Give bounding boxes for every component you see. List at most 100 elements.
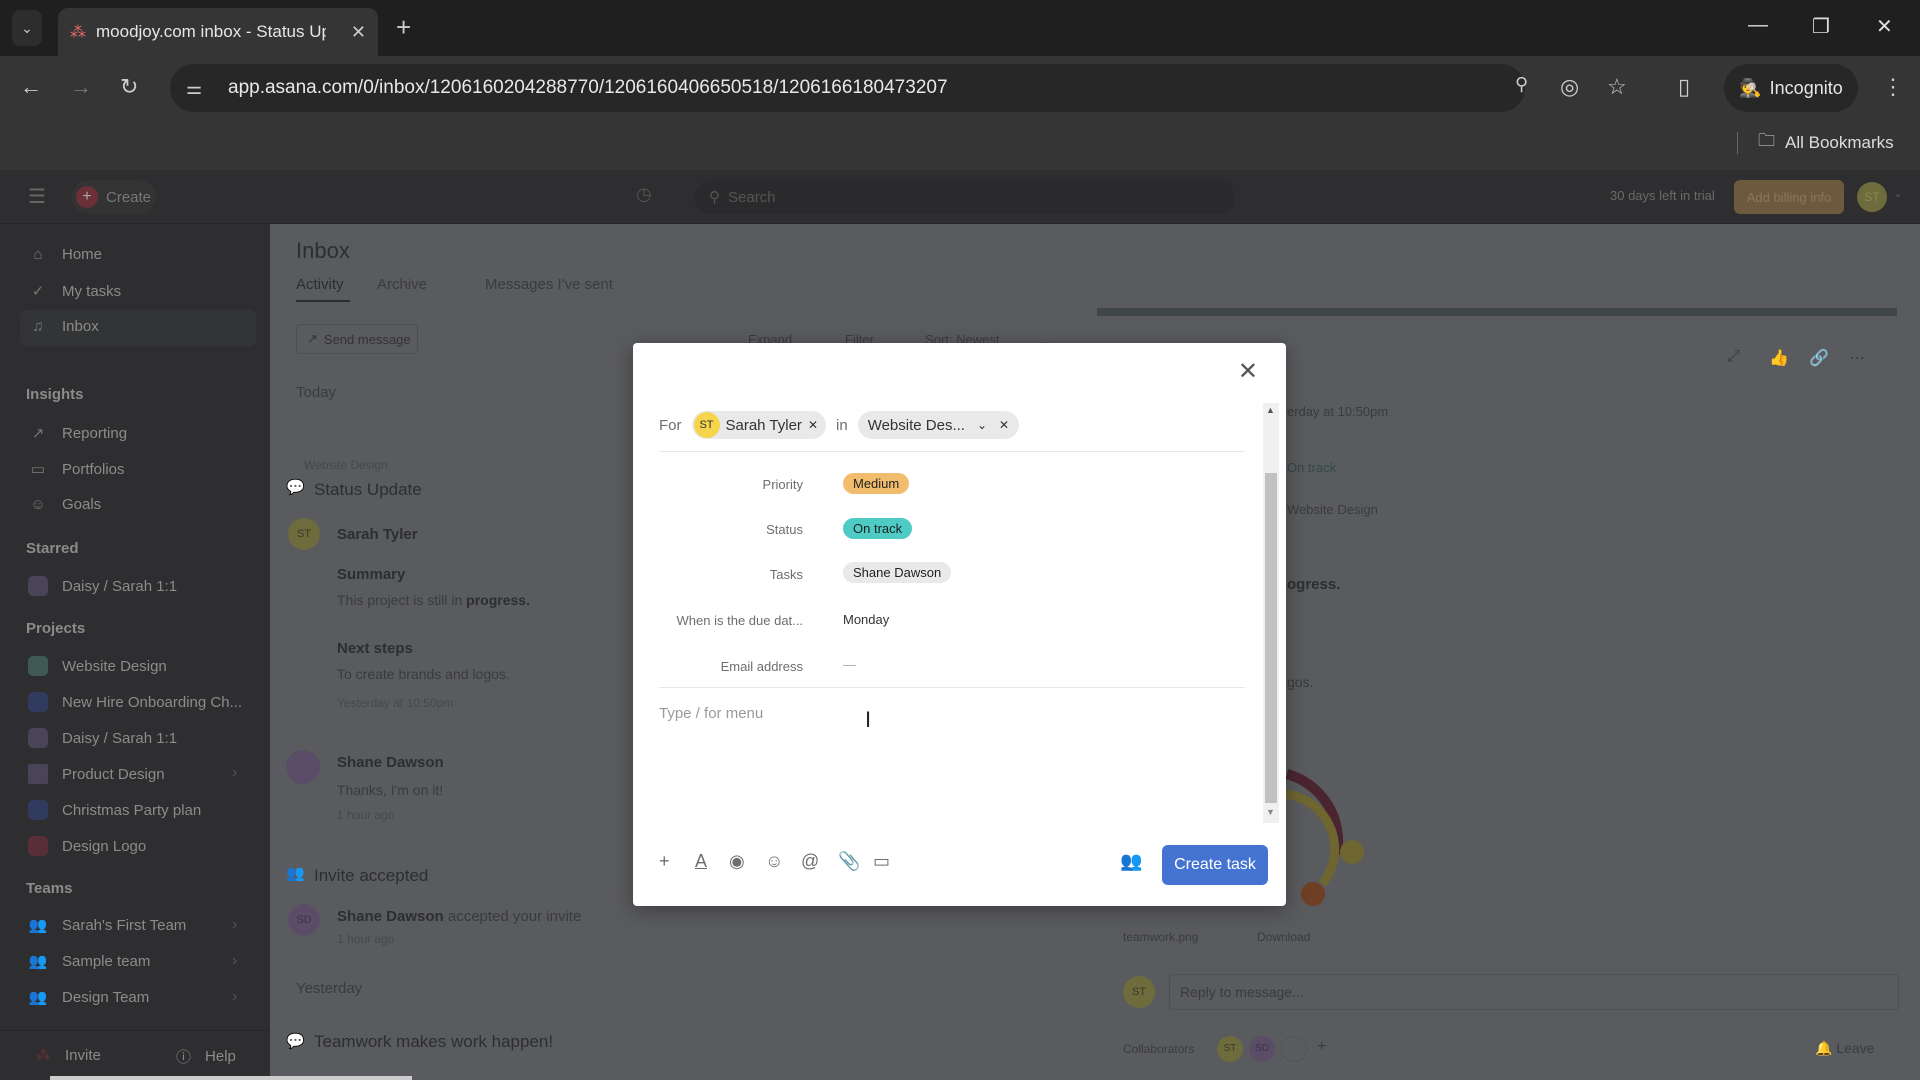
- reply-input[interactable]: Reply to message...: [1169, 974, 1899, 1010]
- link-icon[interactable]: 🔗: [1809, 348, 1829, 368]
- item-title[interactable]: Teamwork makes work happen!: [314, 1032, 553, 1052]
- eye-off-icon[interactable]: ◎: [1560, 74, 1579, 100]
- modal-scrollbar[interactable]: ▲ ▼: [1263, 403, 1279, 823]
- close-window-button[interactable]: ✕: [1876, 14, 1893, 39]
- leave-button[interactable]: 🔔 Leave: [1815, 1040, 1874, 1057]
- new-tab-button[interactable]: +: [396, 12, 411, 43]
- hamburger-icon[interactable]: ☰: [28, 184, 46, 209]
- chevron-right-icon[interactable]: ›: [232, 764, 237, 782]
- close-icon[interactable]: ✕: [1238, 357, 1258, 386]
- plus-icon[interactable]: +: [1317, 1038, 1326, 1056]
- horizontal-scrollbar[interactable]: [50, 1076, 412, 1080]
- chevron-down-icon[interactable]: ⌄: [977, 418, 987, 432]
- bell-icon: ♫: [32, 318, 44, 335]
- site-settings-icon[interactable]: ⚌: [186, 78, 216, 99]
- status-field[interactable]: On track: [843, 518, 913, 539]
- project-item[interactable]: Design Logo: [28, 836, 146, 856]
- expand-icon[interactable]: ⤢: [1727, 348, 1740, 366]
- calendar-icon[interactable]: ▭: [873, 851, 890, 872]
- project-item[interactable]: Daisy / Sarah 1:1: [28, 728, 177, 748]
- search-input[interactable]: ⚲ Search: [695, 180, 1235, 214]
- close-tab-icon[interactable]: ✕: [351, 22, 366, 43]
- tab-activity[interactable]: Activity: [296, 276, 344, 293]
- collaborator-avatar[interactable]: SD: [1249, 1036, 1275, 1062]
- sidebar-item-portfolios[interactable]: ▭ Portfolios: [28, 460, 125, 479]
- text-format-icon[interactable]: A: [695, 851, 707, 872]
- project-color-icon: [28, 728, 48, 748]
- add-icon[interactable]: +: [659, 851, 670, 872]
- item-title[interactable]: Status Update: [314, 480, 422, 500]
- browser-tab[interactable]: ⁂ moodjoy.com inbox - Status Up ✕: [58, 8, 378, 56]
- chevron-right-icon[interactable]: ›: [232, 916, 237, 934]
- like-icon[interactable]: 👍: [1769, 348, 1789, 368]
- side-panel-icon[interactable]: ▯: [1678, 74, 1690, 100]
- starred-item[interactable]: Daisy / Sarah 1:1: [28, 576, 177, 596]
- due-date-field[interactable]: Monday: [843, 612, 889, 627]
- create-button[interactable]: + Create: [72, 180, 156, 214]
- browser-menu-icon[interactable]: ⋮: [1882, 74, 1904, 100]
- all-bookmarks-button[interactable]: 🗀 All Bookmarks: [1758, 128, 1894, 157]
- history-icon[interactable]: ◷: [636, 184, 652, 205]
- sidebar-item-reporting[interactable]: ↗ Reporting: [28, 424, 127, 443]
- sidebar-item-goals[interactable]: ☺ Goals: [28, 496, 101, 513]
- forward-button[interactable]: →: [70, 74, 92, 100]
- project-item[interactable]: New Hire Onboarding Ch...: [28, 692, 242, 712]
- chevron-right-icon[interactable]: ›: [232, 952, 237, 970]
- invite-button[interactable]: ⁂ Invite: [36, 1046, 101, 1065]
- tab-archive[interactable]: Archive: [377, 276, 427, 293]
- project-label: Website Design: [1287, 502, 1378, 517]
- project-item[interactable]: Product Design: [28, 764, 165, 784]
- zoom-icon[interactable]: ⚲: [1515, 74, 1528, 95]
- team-item[interactable]: 👥 Design Team: [28, 988, 150, 1007]
- attachment-name[interactable]: teamwork.png: [1123, 930, 1198, 944]
- project-item[interactable]: Christmas Party plan: [28, 800, 201, 820]
- help-button[interactable]: ⓘ Help: [176, 1046, 236, 1067]
- remove-assignee-icon[interactable]: ✕: [808, 418, 818, 432]
- star-icon[interactable]: ☆: [1607, 74, 1627, 100]
- description-input[interactable]: Type / for menu: [659, 705, 1245, 815]
- chevron-right-icon[interactable]: ›: [232, 988, 237, 1006]
- reload-button[interactable]: ↻: [120, 74, 138, 100]
- url-text[interactable]: app.asana.com/0/inbox/1206160204288770/1…: [228, 77, 948, 99]
- download-link[interactable]: Download: [1257, 930, 1310, 944]
- team-item[interactable]: 👥 Sample team: [28, 952, 151, 971]
- tasks-field[interactable]: Shane Dawson: [843, 562, 952, 583]
- assignee-chip[interactable]: ST Sarah Tyler ✕: [691, 411, 826, 439]
- restore-button[interactable]: ❐: [1812, 14, 1830, 39]
- chevron-down-icon[interactable]: ⌄: [1893, 186, 1903, 200]
- team-item[interactable]: 👥 Sarah's First Team: [28, 916, 187, 935]
- scrollbar-thumb[interactable]: [1265, 473, 1277, 803]
- attachment-icon[interactable]: 📎: [838, 851, 860, 872]
- item-title[interactable]: Invite accepted: [314, 866, 428, 886]
- minimize-button[interactable]: —: [1748, 14, 1768, 37]
- project-chip[interactable]: Website Des... ⌄ ✕: [857, 411, 1020, 439]
- record-icon[interactable]: ◉: [729, 851, 745, 872]
- mention-icon[interactable]: @: [801, 851, 819, 872]
- project-label[interactable]: Website Design: [304, 458, 388, 472]
- tab-list-button[interactable]: ⌄: [12, 10, 42, 46]
- user-avatar[interactable]: ST: [1857, 182, 1887, 212]
- add-billing-button[interactable]: Add billing info: [1734, 180, 1844, 214]
- project-item[interactable]: Website Design: [28, 656, 167, 676]
- emoji-icon[interactable]: ☺: [765, 851, 783, 872]
- tab-messages-sent[interactable]: Messages I've sent: [485, 276, 613, 293]
- remove-project-icon[interactable]: ✕: [999, 418, 1009, 432]
- email-field[interactable]: —: [843, 657, 856, 672]
- collaborator-avatar[interactable]: ST: [1217, 1036, 1243, 1062]
- image-dot: [1301, 882, 1325, 906]
- add-collaborator-icon[interactable]: [1281, 1036, 1307, 1062]
- sidebar-item-my-tasks[interactable]: ✓ My tasks: [28, 282, 121, 301]
- create-task-button[interactable]: Create task: [1162, 845, 1268, 885]
- scroll-down-icon[interactable]: ▼: [1266, 807, 1275, 817]
- sidebar-item-inbox[interactable]: ♫ Inbox: [28, 318, 98, 335]
- address-bar[interactable]: ⚌ app.asana.com/0/inbox/1206160204288770…: [170, 64, 1525, 112]
- send-message-button[interactable]: ↗ Send message: [296, 324, 418, 354]
- sidebar-item-home[interactable]: ⌂ Home: [28, 246, 102, 263]
- add-collaborators-icon[interactable]: 👥: [1120, 851, 1142, 872]
- back-button[interactable]: ←: [20, 74, 42, 100]
- teamwork-image[interactable]: [1277, 744, 1387, 914]
- priority-field[interactable]: Medium: [843, 473, 910, 494]
- incognito-indicator[interactable]: 🕵 Incognito: [1724, 64, 1858, 112]
- more-icon[interactable]: ⋯: [1849, 348, 1865, 368]
- scroll-up-icon[interactable]: ▲: [1266, 405, 1275, 415]
